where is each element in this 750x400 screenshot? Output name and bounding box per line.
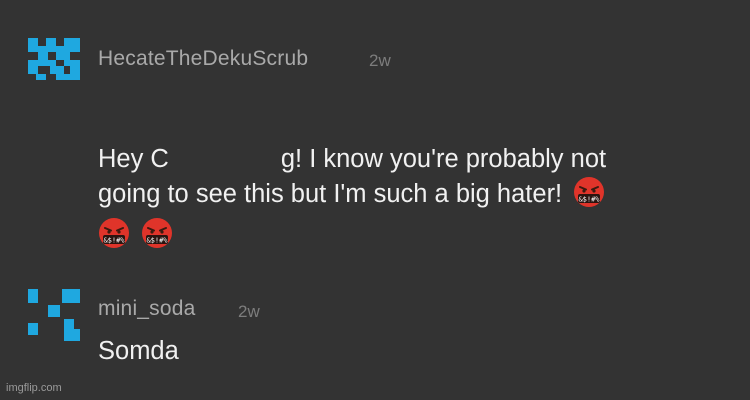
comment-text-line1-start: Hey C [98,145,169,173]
angry-cursing-emoji-icon: &$!#% [98,217,130,258]
svg-text:&$!#%: &$!#% [103,237,125,245]
censored-text [168,145,281,171]
comment-username[interactable]: mini_soda [98,297,196,321]
user-avatar-1[interactable] [28,38,80,80]
comment-body: Hey C g! I know you're probably not going… [98,143,606,258]
comment-timestamp: 2w [369,51,391,70]
user-avatar-2[interactable] [28,289,80,341]
comment-text-line1-end: g! I know you're probably not [280,145,607,173]
comment-timestamp: 2w [238,302,260,321]
comment-body: Somda [98,337,179,365]
svg-text:&$!#%: &$!#% [579,196,601,204]
angry-cursing-emoji-icon: &$!#% [573,176,605,217]
svg-text:&$!#%: &$!#% [147,237,169,245]
watermark: imgflip.com [6,382,62,394]
comment-text-line2: going to see this but I'm such a big hat… [98,180,563,208]
comment-username[interactable]: HecateTheDekuScrub [98,47,308,71]
angry-cursing-emoji-icon: &$!#% [141,217,173,258]
